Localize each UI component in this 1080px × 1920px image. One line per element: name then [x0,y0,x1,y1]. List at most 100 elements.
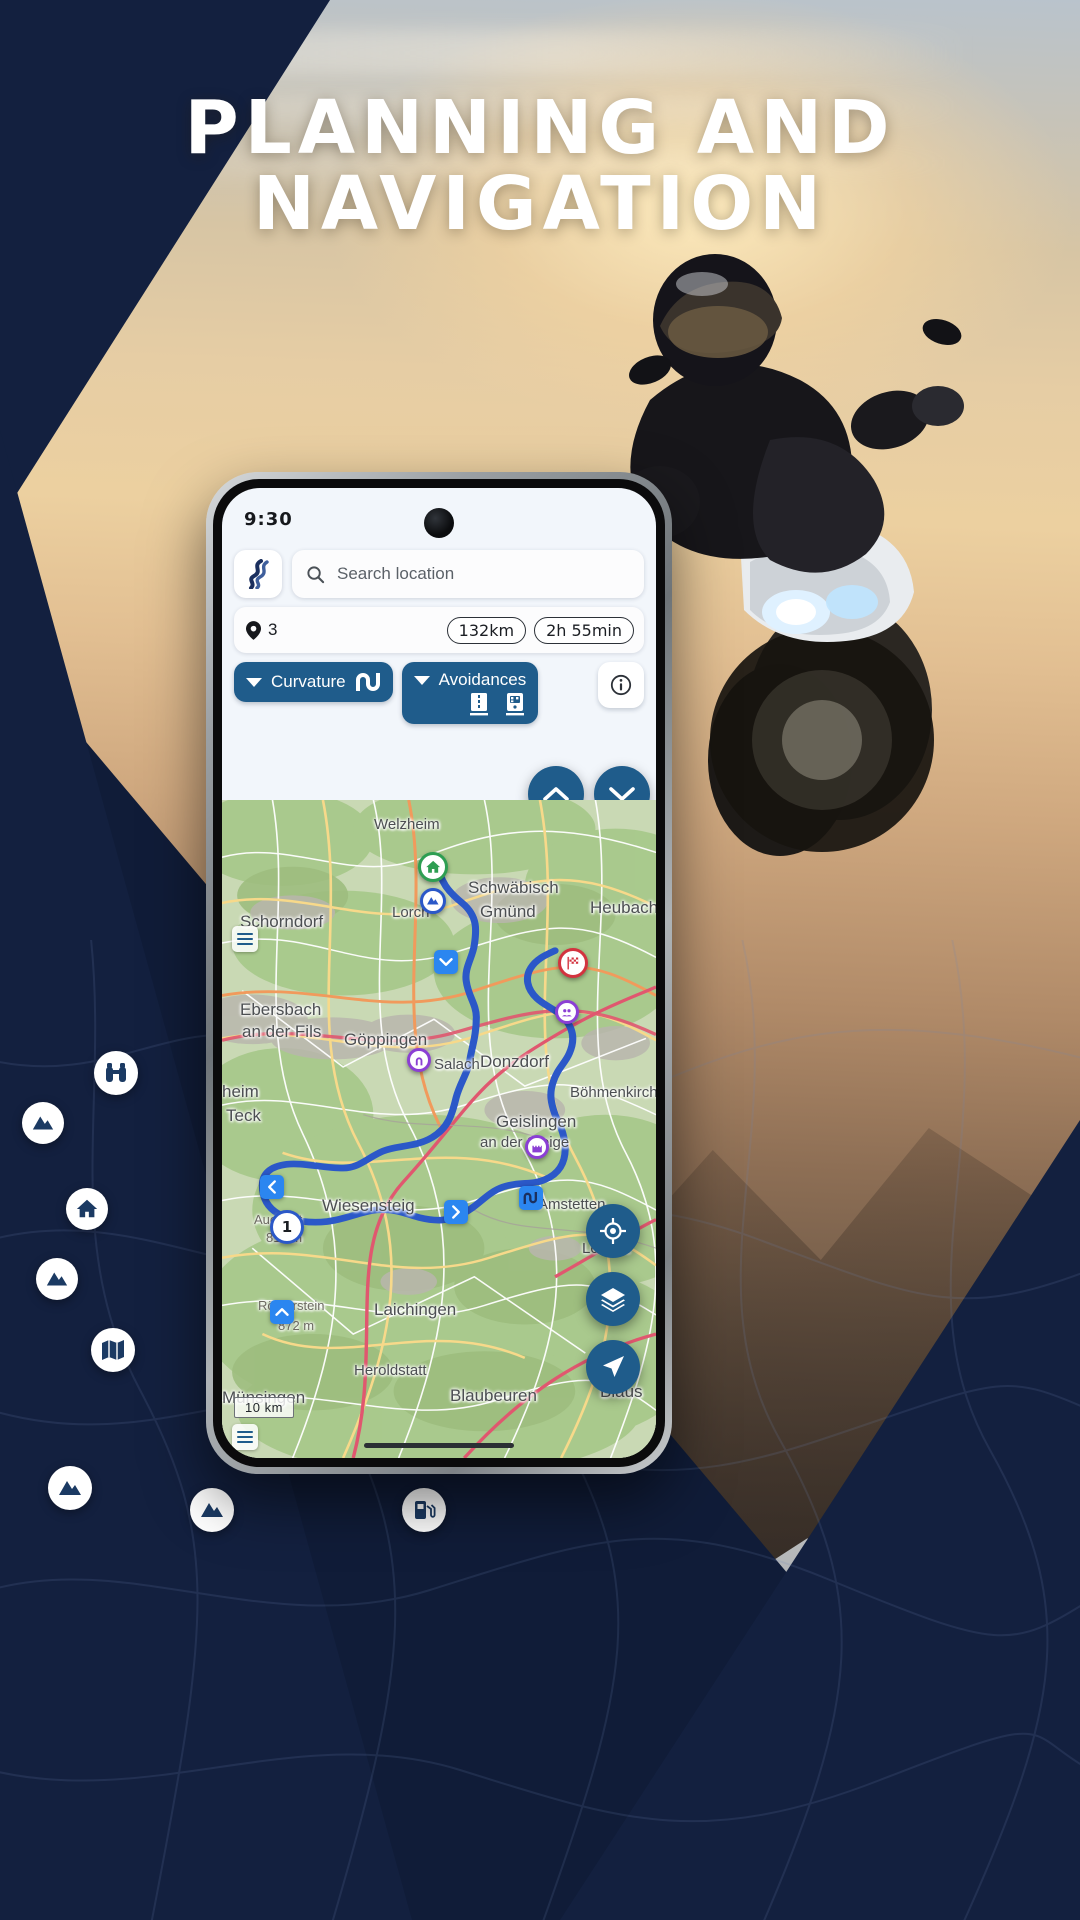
map-label: Göppingen [344,1030,428,1049]
my-location-button[interactable] [586,1204,640,1258]
search-placeholder: Search location [337,564,455,583]
map-menu-button[interactable] [232,926,258,952]
stops-count-value: 3 [268,620,278,639]
highway-icon [470,693,489,716]
poi-binoculars [94,1051,138,1095]
route-stats-row: 3 132km 2h 55min [234,607,644,653]
poi-mountain-1 [22,1102,64,1144]
gesture-navigation-bar [364,1443,514,1448]
people-icon [561,1008,572,1017]
search-row: Search location [234,550,644,598]
poi-mountain-2 [36,1258,78,1300]
navigation-arrow-icon [603,1356,624,1377]
mountain-icon [32,1116,54,1130]
page-title-line2: NAVIGATION [252,161,828,247]
mountain-icon [201,1503,223,1517]
poi-people-marker[interactable] [555,1000,579,1024]
map-icon [102,1340,124,1360]
map-label: Teck [226,1106,261,1125]
map-label: Laichingen [374,1300,457,1319]
chevron-left-icon [268,1180,276,1194]
waypoint-1-marker[interactable]: 1 [270,1210,304,1244]
phone-device: 9:30 Search location 3 132km 2h 55min Cu… [206,472,672,1474]
chevron-right-icon [452,1205,460,1219]
waypoint-number: 1 [281,1218,293,1236]
route-control-panel: Search location 3 132km 2h 55min Curvatu… [222,550,656,734]
avoidances-icons [468,692,526,716]
finish-flag-icon [567,956,579,970]
map-label: heim [222,1082,259,1101]
poi-mountain-4 [190,1488,234,1532]
curvature-label: Curvature [271,672,346,691]
stops-count[interactable]: 3 [246,620,277,640]
binoculars-icon [106,1063,126,1082]
duration-chip: 2h 55min [534,616,634,644]
map-layers-button[interactable] [586,1272,640,1326]
nav-arrow-down[interactable] [434,950,458,974]
poi-mountain-marker[interactable] [420,888,446,914]
poi-castle-marker[interactable] [525,1135,549,1159]
page-title-line1: PLANNING AND [184,85,896,171]
page-title: PLANNING AND NAVIGATION [0,90,1080,242]
poi-arch-marker[interactable] [407,1048,431,1072]
castle-icon [532,1145,542,1152]
map-label: Gmünd [480,902,536,921]
map-label: Salach [434,1056,480,1073]
toll-booth-icon [506,693,525,716]
chevron-down-icon [246,677,262,687]
avoidances-label: Avoidances [438,670,527,689]
info-icon [610,674,632,696]
map-scale-bar: 10 km [234,1397,294,1418]
mountain-icon [59,1481,81,1495]
mountain-icon [427,897,439,905]
info-button[interactable] [598,662,644,708]
map-label: Blaubeuren [450,1386,537,1405]
map-label: Heubach [590,898,656,917]
app-logo-button[interactable] [234,550,282,598]
phone-screen: 9:30 Search location 3 132km 2h 55min Cu… [222,488,656,1458]
avoidances-button[interactable]: Avoidances [401,662,539,724]
map-label: Wiesensteig [322,1196,415,1215]
nav-arrow-up[interactable] [270,1300,294,1324]
status-time: 9:30 [244,508,293,530]
avoidances-header: Avoidances [413,670,527,690]
winding-road-logo-icon [249,559,269,589]
map-label: an der Fils [242,1022,322,1041]
mountain-icon [46,1272,68,1286]
chevron-down-icon [439,958,453,966]
location-pin-icon [246,620,261,640]
distance-chip: 132km [446,616,527,644]
map-label: Böhmenkirch [570,1084,656,1101]
poi-mountain-3 [48,1466,92,1510]
poi-map [91,1328,135,1372]
poi-home [66,1188,108,1230]
crosshair-icon [600,1218,626,1244]
start-home-marker[interactable] [418,852,448,882]
front-camera-punch-hole [424,508,454,538]
map-label: Welzheim [374,816,440,833]
map-label: Donzdorf [480,1052,549,1071]
map-bottom-menu-button[interactable] [232,1424,258,1450]
map-label: Heroldstatt [354,1362,427,1379]
map-view[interactable]: Welzheim Schwäbisch Gmünd Schorndorf Lorch He… [222,800,656,1458]
search-input[interactable]: Search location [292,550,644,598]
chevron-down-icon [413,675,430,685]
hamburger-menu-icon [237,1431,253,1443]
nav-arrow-right[interactable] [444,1200,468,1224]
finish-flag-marker[interactable] [558,948,588,978]
arch-icon [415,1056,423,1065]
curvature-button[interactable]: Curvature [234,662,393,702]
route-options-row: Curvature Avoidances [234,662,644,724]
hamburger-menu-icon [237,933,253,945]
map-label: Geislingen [496,1112,577,1131]
poi-fuel [402,1488,446,1532]
map-label: Schwäbisch [468,878,559,897]
search-icon [307,565,325,583]
map-action-buttons [586,1204,640,1394]
layers-icon [601,1288,625,1312]
start-navigation-button[interactable] [586,1340,640,1394]
nav-arrow-left[interactable] [260,1175,284,1199]
home-icon [426,860,440,873]
nav-curve-right[interactable] [519,1186,543,1210]
fuel-pump-icon [415,1501,436,1519]
